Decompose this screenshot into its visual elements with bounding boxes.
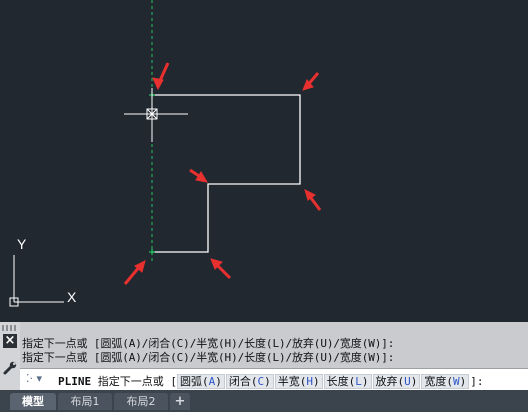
crosshair-cursor-icon [124, 88, 188, 142]
command-line-panel: × 指定下一点或 [圆弧(A)/闭合(C)/半宽(H)/长度(L)/放弃(U)/… [0, 322, 528, 390]
wrench-icon[interactable] [2, 360, 18, 376]
annotation-arrow-1 [152, 62, 170, 91]
command-prompt-icon[interactable]: ⁚· ▾ [26, 372, 42, 385]
layout-tab-bar: 模型 布局1 布局2 + [0, 390, 528, 412]
option-close-button[interactable]: 闭合(C) [225, 374, 274, 389]
ucs-x-label: X [67, 289, 77, 305]
option-undo-button[interactable]: 放弃(U) [372, 374, 421, 389]
annotation-arrow-4 [304, 189, 322, 211]
ucs-y-label: Y [17, 236, 27, 252]
annotation-arrow-6 [210, 258, 232, 280]
command-prompt-end: ]: [470, 375, 484, 388]
command-prompt: 指定下一点或 [ [97, 375, 177, 388]
option-arc-button[interactable]: 圆弧(A) [177, 374, 225, 389]
tab-layout1[interactable]: 布局1 [58, 393, 112, 410]
command-history-line: 指定下一点或 [圆弧(A)/闭合(C)/半宽(H)/长度(L)/放弃(U)/宽度… [22, 351, 395, 364]
drawing-svg[interactable]: Y X [0, 0, 528, 322]
annotation-arrow-3 [189, 168, 208, 183]
close-icon[interactable]: × [3, 334, 17, 348]
command-prompt-text: PLINE 指定下一点或 [圆弧(A) 闭合(C) 半宽(H) 长度(L) 放弃(U) 宽… [58, 373, 484, 389]
command-input[interactable]: ⁚· ▾ PLINE 指定下一点或 [圆弧(A) 闭合(C) 半宽(H) 长度(L) 放… [20, 368, 528, 390]
command-panel-grip[interactable]: × [0, 322, 20, 390]
command-name: PLINE [58, 375, 92, 388]
option-width-button[interactable]: 宽度(W) [421, 374, 470, 389]
tab-model[interactable]: 模型 [10, 393, 56, 410]
polyline-shape[interactable] [152, 94, 301, 253]
ucs-icon [9, 255, 64, 307]
grip-dots-icon [2, 325, 18, 331]
drawing-canvas[interactable]: Y X [0, 0, 528, 322]
tab-layout2[interactable]: 布局2 [114, 393, 168, 410]
annotation-arrow-2 [302, 72, 320, 91]
option-halfwidth-button[interactable]: 半宽(H) [274, 374, 323, 389]
add-layout-button[interactable]: + [170, 393, 190, 410]
snap-marker-bottom [149, 249, 155, 255]
option-length-button[interactable]: 长度(L) [323, 374, 372, 389]
annotation-arrow-5 [123, 260, 146, 285]
